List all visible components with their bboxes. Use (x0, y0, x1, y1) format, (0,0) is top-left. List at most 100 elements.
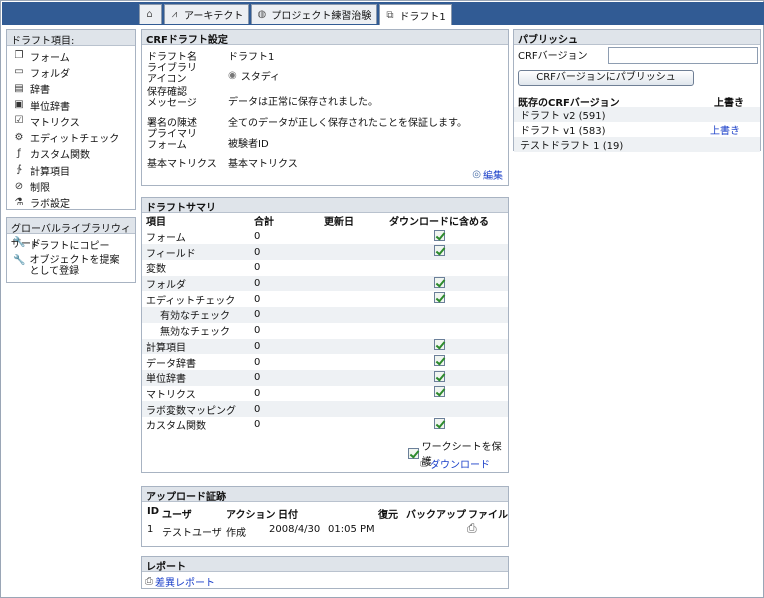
lab-settings-icon: ⚗ (14, 196, 24, 208)
summary-row-total: 0 (254, 403, 261, 415)
summary-row-label: フォルダ (146, 280, 186, 292)
summary-rows: フォーム 0 フィールド 0 変数 0 フォルダ 0 エディットチェック 0 有効なチェック 0 無効な… (142, 229, 508, 433)
include-download-checkbox[interactable] (433, 417, 445, 429)
left-item-folder[interactable]: ▭ フォルダ (7, 64, 135, 80)
protect-worksheet-checkbox[interactable] (408, 447, 419, 459)
overwrite-link[interactable]: 上書き (710, 122, 760, 137)
version-row: ドラフト v1 (583) 上書き (514, 122, 760, 137)
include-download-checkbox[interactable] (433, 339, 445, 351)
summary-row-total: 0 (254, 372, 261, 384)
global-library-wizard-panel: グローバルライブラリウィザード 🔧 ドラフトにコピー 🔧 オブジェクトを提案 と… (6, 217, 136, 283)
download-icon: ⎙ (420, 458, 428, 469)
form-icon: ❐ (14, 50, 24, 62)
crf-settings-title: CRFドラフト設定 (142, 30, 508, 46)
home-icon: ⌂ (146, 9, 153, 20)
upload-audit-panel: アップロード証跡 ID ユーザ アクション 日付 復元 バックアップ ファイル … (141, 486, 509, 547)
summary-row: フォルダ 0 (142, 275, 508, 292)
file-download-icon[interactable]: ⎙ (467, 521, 477, 536)
library-icon-value: スタディ (240, 72, 281, 83)
download-link[interactable]: ⎙ ダウンロード (420, 456, 490, 471)
include-download-checkbox[interactable] (433, 276, 445, 288)
summary-row: 無効なチェック 0 (142, 323, 508, 339)
primary-form-label: プライマリ フォーム (147, 129, 197, 151)
draft-items-title: ドラフト項目: (7, 30, 135, 47)
left-item-restriction[interactable]: ⊘ 制限 (7, 178, 135, 195)
signature-statement-value: 全てのデータが正しく保存されたことを保証します。 (228, 118, 467, 129)
summary-row-label: 有効なチェック (160, 311, 230, 323)
summary-row-label: マトリクス (146, 389, 196, 401)
include-download-checkbox[interactable] (433, 245, 445, 257)
include-download-checkbox[interactable] (433, 292, 445, 304)
include-download-checkbox[interactable] (433, 370, 445, 382)
tab-home[interactable]: ⌂ (139, 4, 162, 24)
left-item-edit-check[interactable]: ⚙ エディットチェック (7, 129, 135, 146)
tab-architect[interactable]: ⩘ アーキテクト (164, 4, 250, 24)
left-item-dictionary[interactable]: ▤ 辞書 (7, 81, 135, 97)
wizard-title: グローバルライブラリウィザード (7, 218, 135, 250)
base-matrix-value: 基本マトリクス (228, 159, 298, 170)
derivation-icon: ∱ (16, 164, 22, 176)
save-message-value: データは正常に保存されました。 (228, 97, 378, 108)
study-icon: ◉ (228, 70, 237, 81)
summary-row-total: 0 (254, 278, 261, 290)
left-item-custom-function[interactable]: ƒ カスタム関数 (7, 146, 135, 162)
left-item-derivation[interactable]: ∱ 計算項目 (7, 162, 135, 178)
edit-icon: ◎ (472, 169, 481, 180)
signature-statement-label: 署名の陳述 (147, 118, 197, 129)
publish-title: パブリッシュ (514, 30, 760, 46)
left-item-matrix[interactable]: ☑ マトリクス (7, 113, 135, 129)
tab-architect-label: アーキテクト (184, 11, 244, 22)
summary-row-label: 無効なチェック (160, 327, 230, 339)
crf-version-input[interactable] (608, 47, 758, 64)
report-icon: ⎙ (145, 576, 153, 587)
summary-row: カスタム関数 0 (142, 417, 508, 433)
include-download-checkbox[interactable] (433, 229, 445, 241)
summary-row-total: 0 (254, 419, 261, 431)
draft-name-value: ドラフト1 (228, 52, 275, 63)
restriction-icon: ⊘ (14, 180, 24, 192)
summary-row: マトリクス 0 (142, 386, 508, 402)
tab-bar: ⌂ ⩘ アーキテクト ◍ プロジェクト練習治験 ⧉ ドラフト1 (139, 4, 452, 25)
save-message-label: 保存確認 メッセージ (147, 87, 197, 109)
summary-row: ラボ変数マッピング 0 (142, 401, 508, 417)
summary-row-total: 0 (254, 309, 261, 321)
edit-check-icon: ⚙ (14, 131, 24, 143)
summary-row-label: ラボ変数マッピング (146, 405, 236, 417)
upload-title: アップロード証跡 (142, 487, 508, 503)
summary-row: データ辞書 0 (142, 354, 508, 370)
left-item-unit-dictionary[interactable]: ▣ 単位辞書 (7, 97, 135, 113)
summary-row-total: 0 (254, 293, 261, 305)
publish-crf-version-button[interactable]: CRFバージョンにパブリッシュ (518, 70, 694, 86)
upload-row: 1 テストユーザ 作成 2008/4/30 01:05 PM ⎙ (147, 521, 477, 539)
include-download-checkbox[interactable] (433, 355, 445, 367)
summary-row-label: 計算項目 (146, 342, 186, 354)
unit-dictionary-icon: ▣ (14, 99, 24, 111)
existing-versions-list: ドラフト v2 (591) ドラフト v1 (583) 上書き テストドラフト 1 (… (514, 107, 760, 152)
summary-header-row: 項目 合計 更新日 ダウンロードに含める (146, 217, 489, 229)
wrench-icon: 🔧 (13, 255, 26, 266)
summary-row-total: 0 (254, 356, 261, 368)
app-window: ⌂ ⩘ アーキテクト ◍ プロジェクト練習治験 ⧉ ドラフト1 ドラフト項目: … (0, 0, 764, 598)
wizard-propose-object[interactable]: 🔧 オブジェクトを提案 として登録 (7, 252, 135, 277)
summary-row: 計算項目 0 (142, 338, 508, 355)
version-name: ドラフト v1 (583) (520, 126, 606, 137)
primary-form-value: 被験者ID (228, 139, 269, 150)
matrix-icon: ☑ (14, 115, 24, 127)
edit-link[interactable]: ◎ 編集 (472, 167, 503, 182)
summary-row-label: エディットチェック (146, 295, 236, 307)
custom-function-icon: ƒ (17, 147, 21, 159)
include-download-checkbox[interactable] (433, 386, 445, 398)
draft-icon: ⧉ (386, 9, 394, 21)
crf-draft-settings-panel: CRFドラフト設定 ドラフト名 ドラフト1 ライブラリ アイコン ◉ スタディ … (141, 29, 509, 186)
tab-project[interactable]: ◍ プロジェクト練習治験 (251, 4, 378, 24)
left-item-lab-settings[interactable]: ⚗ ラボ設定 (7, 195, 135, 211)
summary-row-total: 0 (254, 231, 261, 243)
summary-row-label: フィールド (146, 248, 196, 260)
diff-report-link[interactable]: ⎙ 差異レポート (142, 572, 508, 591)
summary-row: エディットチェック 0 (142, 291, 508, 307)
summary-row: フォーム 0 (142, 229, 508, 245)
summary-row-total: 0 (254, 325, 261, 337)
tab-draft[interactable]: ⧉ ドラフト1 (379, 4, 452, 25)
left-item-form[interactable]: ❐ フォーム (7, 48, 135, 64)
summary-title: ドラフトサマリ (142, 198, 508, 214)
